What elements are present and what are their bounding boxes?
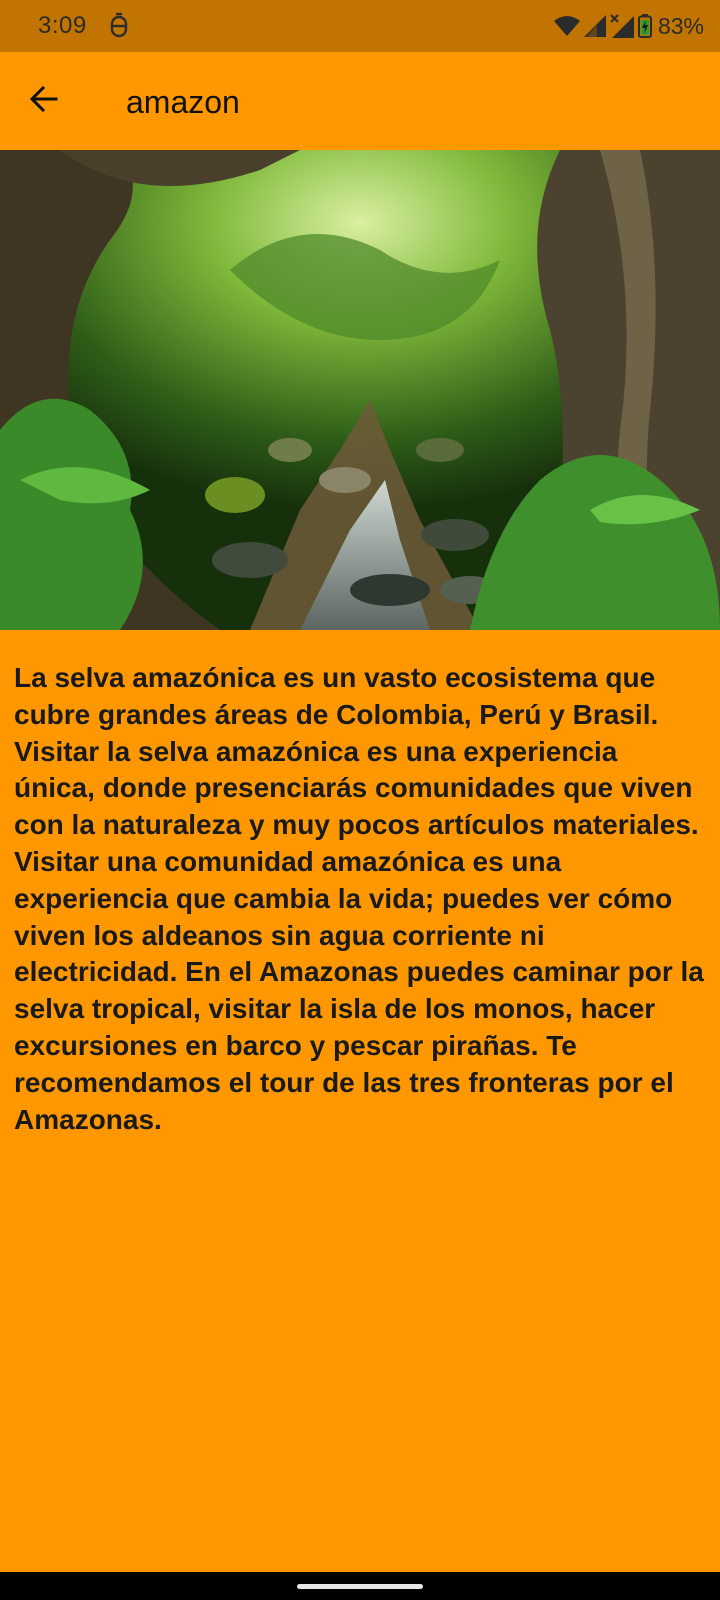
page-title: amazon — [126, 84, 240, 120]
battery-charging-icon — [637, 14, 652, 38]
notification-icon — [108, 12, 130, 40]
status-bar: 3:09 83% — [0, 0, 720, 52]
description-text: La selva amazónica es un vasto ecosistem… — [14, 662, 704, 1135]
arrow-back-icon — [28, 83, 60, 120]
back-button[interactable] — [20, 77, 68, 125]
home-gesture-handle[interactable] — [297, 1584, 423, 1589]
wifi-icon — [553, 15, 580, 37]
system-navigation-bar — [0, 1572, 720, 1600]
app-bar: amazon — [0, 52, 720, 150]
cell-signal-no-data-icon — [610, 14, 634, 38]
battery-percent: 83% — [657, 13, 704, 39]
status-time: 3:09 — [38, 12, 87, 39]
cell-signal-icon — [583, 15, 606, 37]
status-icons: 83% — [553, 12, 704, 40]
amazon-rainforest-photo — [0, 150, 720, 630]
